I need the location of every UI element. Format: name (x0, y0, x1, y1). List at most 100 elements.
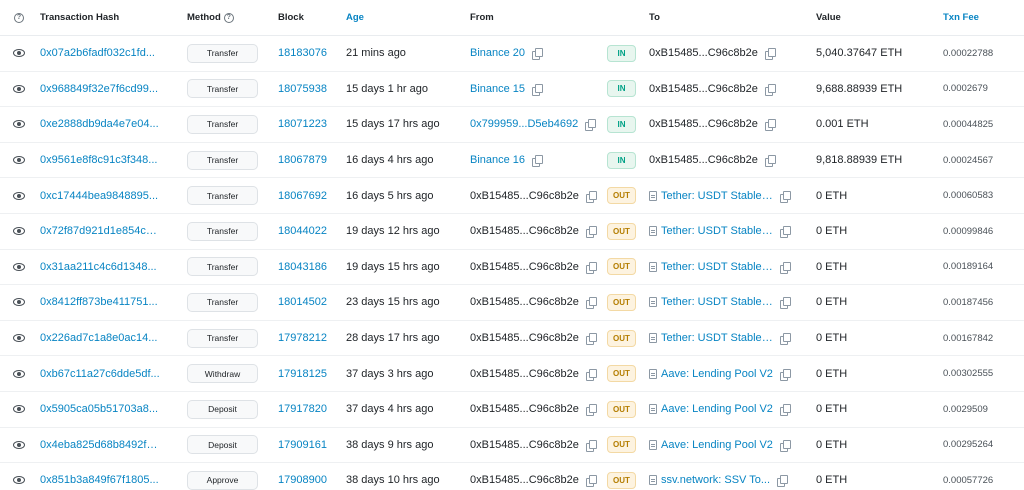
preview-button[interactable] (10, 321, 28, 356)
txn-hash-link[interactable]: 0xe2888db9da4e7e04... (40, 118, 159, 130)
header-txn-fee-toggle[interactable]: Txn Fee (943, 0, 1023, 35)
txn-hash-link[interactable]: 0x31aa211c4c6d1348... (40, 261, 157, 273)
preview-button[interactable] (10, 107, 28, 142)
to-address[interactable]: Tether: USDT Stablec... (661, 332, 773, 344)
copy-icon[interactable] (585, 439, 597, 452)
to-address[interactable]: Tether: USDT Stablec... (661, 190, 773, 202)
to-cell: Aave: Lending Pool V2 (649, 392, 814, 427)
preview-button[interactable] (10, 285, 28, 320)
block-link[interactable]: 18071223 (278, 118, 327, 130)
preview-button[interactable] (10, 36, 28, 71)
copy-icon[interactable] (764, 155, 776, 168)
preview-button[interactable] (10, 392, 28, 427)
eye-icon[interactable] (13, 476, 25, 485)
copy-icon[interactable] (780, 226, 791, 239)
to-address[interactable]: Tether: USDT Stablec... (661, 296, 773, 308)
copy-icon[interactable] (585, 119, 597, 132)
txn-hash-link[interactable]: 0x72f87d921d1e854ce... (40, 225, 160, 237)
block-link[interactable]: 18014502 (278, 296, 327, 308)
eye-icon[interactable] (13, 227, 25, 236)
txn-hash-link[interactable]: 0x5905ca05b51703a8... (40, 403, 158, 415)
preview-button[interactable] (10, 143, 28, 178)
txn-hash-link[interactable]: 0x07a2b6fadf032c1fd... (40, 47, 155, 59)
copy-icon[interactable] (585, 404, 597, 417)
eye-icon[interactable] (13, 334, 25, 343)
block-link[interactable]: 18044022 (278, 225, 327, 237)
copy-icon[interactable] (764, 119, 776, 132)
eye-icon[interactable] (13, 156, 25, 165)
method-badge: Transfer (187, 43, 258, 63)
help-circle-icon[interactable]: ? (223, 12, 234, 23)
copy-icon[interactable] (585, 261, 597, 274)
from-address[interactable]: Binance 15 (470, 83, 525, 95)
eye-icon[interactable] (13, 84, 25, 93)
block-link[interactable]: 18183076 (278, 47, 327, 59)
eye-icon[interactable] (13, 405, 25, 414)
block-link[interactable]: 17908900 (278, 474, 327, 486)
to-address[interactable]: Aave: Lending Pool V2 (661, 403, 773, 415)
header-info[interactable]: ? (10, 0, 28, 35)
copy-icon[interactable] (764, 48, 776, 61)
block-link[interactable]: 18075938 (278, 83, 327, 95)
txn-hash-link[interactable]: 0x8412ff873be411751... (40, 296, 158, 308)
eye-icon[interactable] (13, 440, 25, 449)
copy-icon[interactable] (532, 83, 544, 96)
eye-icon[interactable] (13, 191, 25, 200)
from-address[interactable]: Binance 16 (470, 154, 525, 166)
copy-icon[interactable] (779, 404, 791, 417)
age-text: 21 mins ago (346, 47, 406, 60)
eye-icon[interactable] (13, 298, 25, 307)
copy-icon[interactable] (777, 475, 789, 488)
copy-icon[interactable] (780, 261, 791, 274)
block-link[interactable]: 17918125 (278, 368, 327, 380)
copy-icon[interactable] (780, 333, 791, 346)
txn-hash-link[interactable]: 0x9561e8f8c91c3f348... (40, 154, 157, 166)
copy-icon[interactable] (764, 83, 776, 96)
block-link[interactable]: 17917820 (278, 403, 327, 415)
txn-hash-link[interactable]: 0x226ad7c1a8e0ac14... (40, 332, 157, 344)
preview-button[interactable] (10, 463, 28, 490)
eye-icon[interactable] (13, 369, 25, 378)
eye-icon[interactable] (13, 120, 25, 129)
block-link[interactable]: 18067879 (278, 154, 327, 166)
block-link[interactable]: 17909161 (278, 439, 327, 451)
value-cell: 0 ETH (816, 285, 936, 320)
block-link[interactable]: 18067692 (278, 190, 327, 202)
eye-icon[interactable] (13, 262, 25, 271)
eye-icon[interactable] (13, 49, 25, 58)
preview-button[interactable] (10, 428, 28, 463)
copy-icon[interactable] (779, 368, 791, 381)
to-address[interactable]: Aave: Lending Pool V2 (661, 368, 773, 380)
txn-hash-link[interactable]: 0x968849f32e7f6cd99... (40, 83, 158, 95)
copy-icon[interactable] (585, 226, 597, 239)
to-address[interactable]: Aave: Lending Pool V2 (661, 439, 773, 451)
txn-hash-link[interactable]: 0xc17444bea9848895... (40, 190, 158, 202)
block-link[interactable]: 17978212 (278, 332, 327, 344)
copy-icon[interactable] (780, 190, 791, 203)
copy-icon[interactable] (780, 297, 791, 310)
to-address[interactable]: ssv.network: SSV To... (661, 474, 770, 486)
help-circle-icon[interactable]: ? (14, 12, 24, 23)
preview-button[interactable] (10, 356, 28, 391)
preview-button[interactable] (10, 178, 28, 213)
from-address[interactable]: 0x799959...D5eb4692 (470, 118, 578, 130)
preview-button[interactable] (10, 250, 28, 285)
copy-icon[interactable] (585, 368, 597, 381)
copy-icon[interactable] (779, 439, 791, 452)
from-address[interactable]: Binance 20 (470, 47, 525, 59)
copy-icon[interactable] (585, 475, 597, 488)
preview-button[interactable] (10, 214, 28, 249)
header-age-toggle[interactable]: Age (346, 0, 466, 35)
preview-button[interactable] (10, 72, 28, 107)
txn-hash-link[interactable]: 0xb67c11a27c6dde5df... (40, 368, 160, 380)
copy-icon[interactable] (585, 190, 597, 203)
txn-hash-link[interactable]: 0x4eba825d68b8492fe... (40, 439, 160, 451)
copy-icon[interactable] (532, 48, 544, 61)
copy-icon[interactable] (585, 333, 597, 346)
copy-icon[interactable] (532, 155, 544, 168)
txn-hash-link[interactable]: 0x851b3a849f67f1805... (40, 474, 159, 486)
block-link[interactable]: 18043186 (278, 261, 327, 273)
to-address[interactable]: Tether: USDT Stablec... (661, 225, 773, 237)
copy-icon[interactable] (585, 297, 597, 310)
to-address[interactable]: Tether: USDT Stablec... (661, 261, 773, 273)
